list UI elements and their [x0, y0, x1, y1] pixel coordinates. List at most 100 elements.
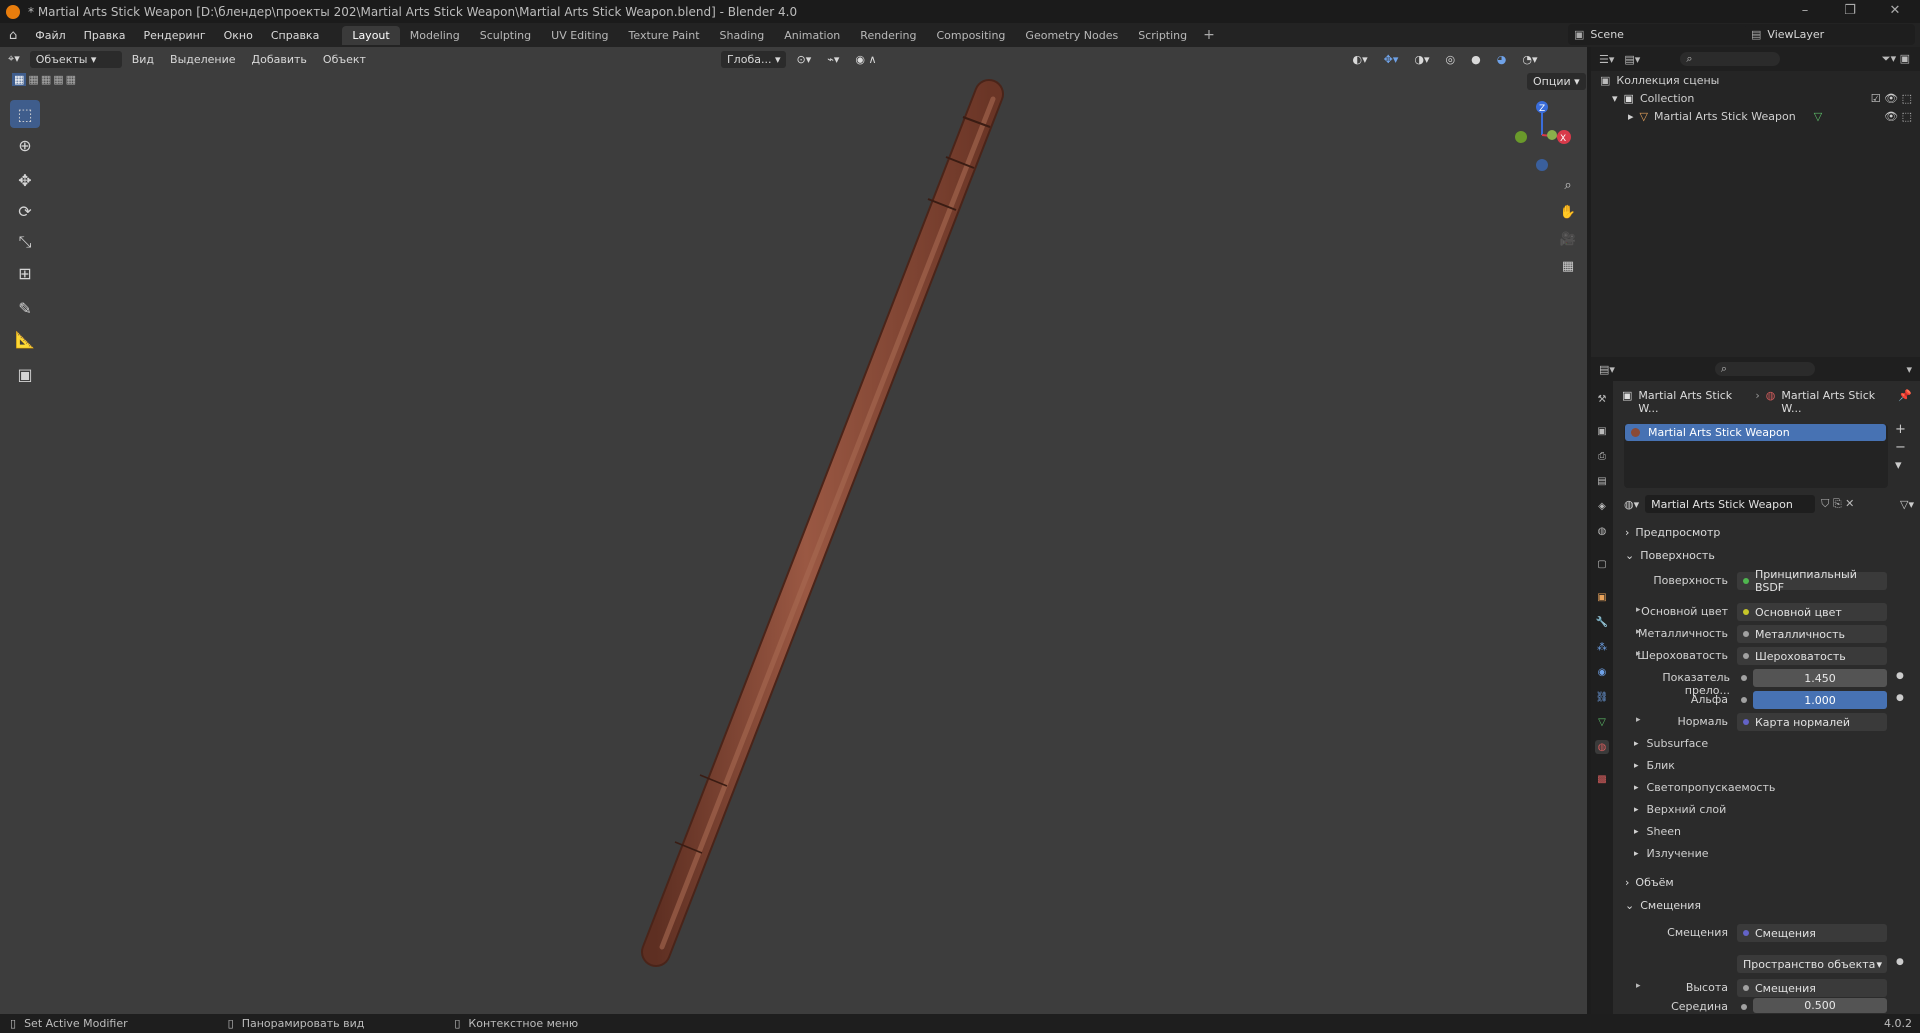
pan-hand-icon[interactable]: ✋ — [1556, 200, 1580, 224]
slot-add-remove-buttons[interactable]: + − ▾ — [1895, 421, 1906, 475]
filter-icon[interactable]: ⏷▾ ▣ — [1882, 52, 1910, 66]
physics-tab-icon[interactable]: ◉ — [1595, 665, 1609, 679]
menu-file[interactable]: Файл — [26, 29, 74, 42]
material-slot-item[interactable]: Martial Arts Stick Weapon — [1625, 424, 1886, 441]
select-new-icon[interactable]: ▦ — [12, 73, 27, 86]
annotate-icon[interactable]: ✎ — [10, 294, 40, 322]
overlay-icon[interactable]: ◑▾ — [1406, 51, 1437, 68]
proportional-edit-icon[interactable]: ◉ ∧ — [847, 51, 884, 68]
menu-add[interactable]: Добавить — [244, 51, 315, 68]
mode-selector[interactable]: Объекты ▾ — [29, 50, 122, 68]
select-box-icon[interactable]: ⬚ — [10, 100, 40, 128]
specular-subpanel[interactable]: ▸ Блик — [1634, 759, 1675, 772]
menu-help[interactable]: Справка — [262, 29, 328, 42]
menu-object[interactable]: Объект — [315, 51, 374, 68]
tab-shading[interactable]: Shading — [710, 26, 775, 45]
constraints-tab-icon[interactable]: ⛓ — [1595, 690, 1609, 704]
select-subtract-icon[interactable]: ▦ — [41, 73, 51, 86]
shading-material-icon[interactable]: ◕ — [1489, 51, 1515, 68]
shading-wire-icon[interactable]: ◎ — [1438, 51, 1464, 68]
particles-tab-icon[interactable]: ⁂ — [1595, 640, 1609, 654]
outliner-scene-collection[interactable]: ▣ Коллекция сцены — [1600, 71, 1719, 89]
editor-type-icon[interactable]: ⌖▾ — [0, 50, 28, 68]
add-workspace-icon[interactable]: + — [1197, 27, 1221, 43]
collection-tab-icon[interactable]: ▢ — [1595, 557, 1609, 571]
output-tab-icon[interactable]: ⎙ — [1595, 449, 1609, 463]
world-tab-icon[interactable]: ◍ — [1595, 524, 1609, 538]
minimize-button[interactable]: – — [1790, 3, 1820, 18]
gizmo-toggle-icon[interactable]: ✥▾ — [1376, 51, 1407, 68]
add-cube-icon[interactable]: ▣ — [10, 360, 40, 388]
material-tab-icon[interactable]: ◍ — [1595, 740, 1609, 754]
roughness-field[interactable]: Шероховатость — [1737, 647, 1887, 665]
sheen-subpanel[interactable]: ▸ Sheen — [1634, 825, 1681, 838]
properties-options-icon[interactable]: ▾ — [1906, 363, 1912, 376]
tab-geometry-nodes[interactable]: Geometry Nodes — [1015, 26, 1128, 45]
select-invert-icon[interactable]: ▦ — [53, 73, 63, 86]
browse-material-icon[interactable]: ◍▾ — [1624, 498, 1639, 511]
alpha-field[interactable]: 1.000 — [1753, 691, 1887, 709]
view-layer-tab-icon[interactable]: ▤ — [1595, 474, 1609, 488]
tab-animation[interactable]: Animation — [774, 26, 850, 45]
tab-rendering[interactable]: Rendering — [850, 26, 926, 45]
scene-selector[interactable]: ▣ Scene — [1568, 24, 1754, 45]
menu-window[interactable]: Окно — [215, 29, 262, 42]
midlevel-field[interactable]: 0.500 — [1753, 998, 1887, 1013]
emission-subpanel[interactable]: ▸ Излучение — [1634, 847, 1709, 860]
expand-normal-icon[interactable]: ▸ — [1636, 715, 1641, 725]
collection-visibility-icons[interactable]: ☑ 👁 ⬚ — [1871, 92, 1912, 105]
transform-orientation-selector[interactable]: Глоба... ▾ — [720, 50, 787, 68]
snap-icon[interactable]: ⌁▾ — [819, 51, 847, 68]
shading-rendered-icon[interactable]: ◔▾ — [1514, 51, 1545, 68]
subsurface-subpanel[interactable]: ▸ Subsurface — [1634, 737, 1708, 750]
expand-object-icon[interactable]: ▸ — [1628, 110, 1634, 123]
displacement-field[interactable]: Смещения — [1737, 924, 1887, 942]
menu-select[interactable]: Выделение — [162, 51, 244, 68]
tab-scripting[interactable]: Scripting — [1128, 26, 1197, 45]
object-visibility-icons[interactable]: 👁 ⬚ — [1884, 110, 1912, 123]
height-field[interactable]: Смещения — [1737, 979, 1887, 997]
outliner-search-input[interactable]: ⌕ — [1680, 52, 1781, 66]
select-mode-buttons[interactable]: ▦ ▦ ▦ ▦ ▦ — [12, 73, 76, 86]
pin-icon[interactable]: 📌 — [1898, 389, 1912, 415]
zoom-icon[interactable]: ⌕ — [1556, 173, 1580, 197]
grid-view-icon[interactable]: ▦ — [1556, 254, 1580, 278]
shading-solid-icon[interactable]: ● — [1463, 51, 1489, 68]
navigation-gizmo[interactable]: Z X — [1500, 95, 1580, 175]
transmission-subpanel[interactable]: ▸ Светопропускаемость — [1634, 781, 1775, 794]
metallic-field[interactable]: Металличность — [1737, 625, 1887, 643]
properties-search-input[interactable]: ⌕ — [1714, 362, 1815, 376]
scene-tab-icon[interactable]: ◈ — [1595, 499, 1609, 513]
transform-icon[interactable]: ⊞ — [10, 259, 40, 287]
preview-panel-header[interactable]: › Предпросмотр — [1625, 526, 1720, 539]
stick-weapon-mesh[interactable] — [641, 79, 1004, 967]
expand-collection-icon[interactable]: ▾ — [1612, 92, 1618, 105]
viewlayer-selector[interactable]: ▤ ViewLayer — [1745, 24, 1915, 45]
maximize-button[interactable]: ❐ — [1835, 3, 1865, 18]
visibility-icon[interactable]: ◐▾ — [1345, 51, 1376, 68]
scale-icon[interactable]: ⤡ — [10, 228, 40, 256]
space-keyframe-icon[interactable]: ● — [1896, 957, 1904, 967]
menu-edit[interactable]: Правка — [75, 29, 135, 42]
expand-height-icon[interactable]: ▸ — [1636, 981, 1641, 991]
blender-menu-icon[interactable]: ⌂ — [0, 28, 26, 43]
move-icon[interactable]: ✥ — [10, 166, 40, 194]
tab-sculpting[interactable]: Sculpting — [470, 26, 541, 45]
surface-panel-header[interactable]: ⌄ Поверхность — [1625, 549, 1715, 562]
select-intersect-icon[interactable]: ▦ — [66, 73, 76, 86]
display-mode-icon[interactable]: ▤▾ — [1624, 53, 1640, 66]
pivot-icon[interactable]: ⊙▾ — [788, 51, 819, 68]
ior-field[interactable]: 1.450 — [1753, 669, 1887, 687]
normal-field[interactable]: Карта нормалей — [1737, 713, 1887, 731]
menu-view[interactable]: Вид — [124, 51, 162, 68]
material-filter-icon[interactable]: ▽▾ — [1900, 498, 1914, 511]
data-tab-icon[interactable]: ▽ — [1595, 715, 1609, 729]
displacement-panel-header[interactable]: ⌄ Смещения — [1625, 899, 1701, 912]
properties-editor-icon[interactable]: ▤▾ — [1599, 363, 1615, 376]
coat-subpanel[interactable]: ▸ Верхний слой — [1634, 803, 1726, 816]
camera-icon[interactable]: 🎥 — [1556, 227, 1580, 251]
tab-texture-paint[interactable]: Texture Paint — [619, 26, 710, 45]
3d-viewport[interactable] — [0, 47, 1587, 1014]
tab-compositing[interactable]: Compositing — [926, 26, 1015, 45]
modifier-tab-icon[interactable]: 🔧 — [1595, 615, 1609, 629]
